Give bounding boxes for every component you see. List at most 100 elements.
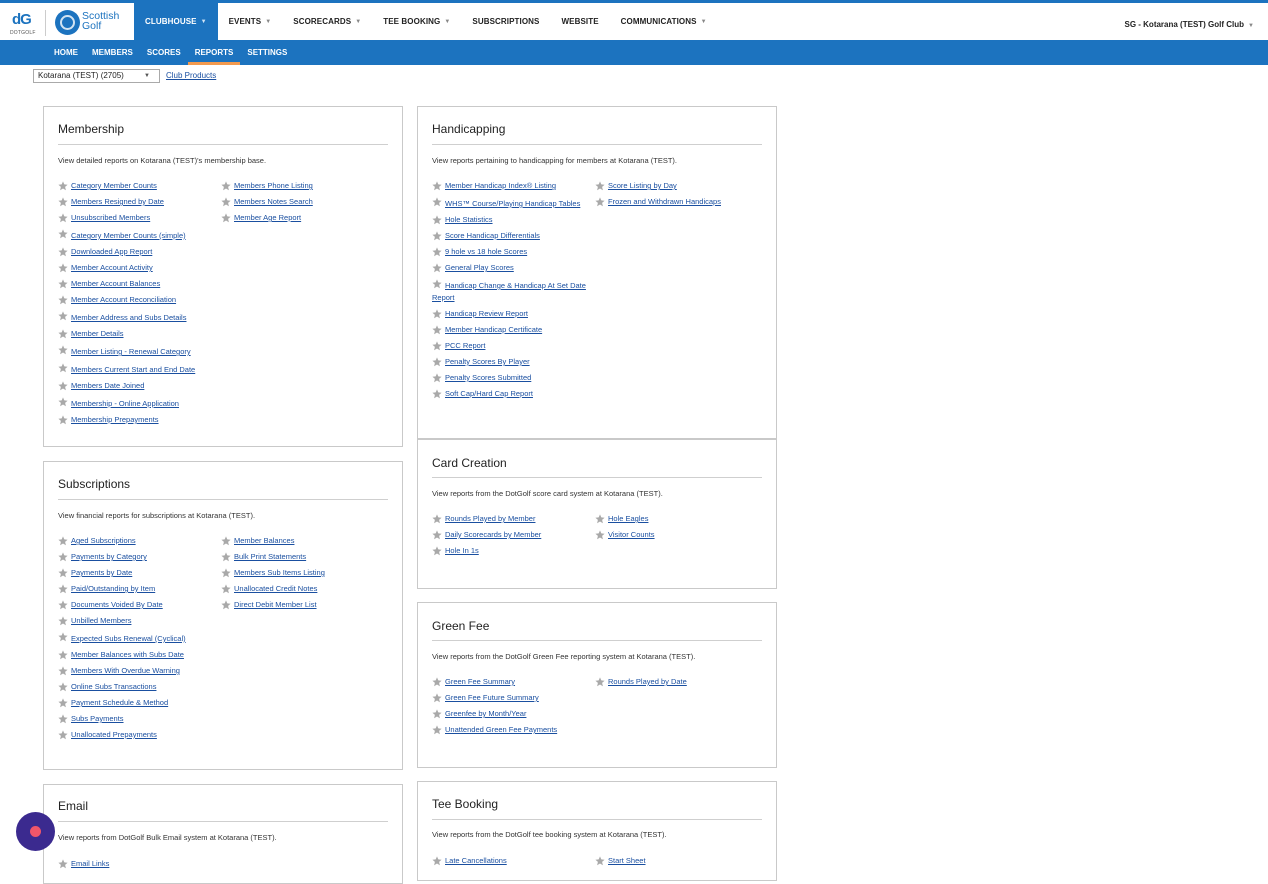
report-link-label[interactable]: Member Balances bbox=[234, 535, 294, 547]
star-icon[interactable] bbox=[432, 357, 442, 367]
star-icon[interactable] bbox=[58, 568, 68, 578]
report-link-label[interactable]: Bulk Print Statements bbox=[234, 551, 306, 563]
star-icon[interactable] bbox=[221, 552, 231, 562]
report-link-label[interactable]: Category Member Counts bbox=[71, 180, 157, 192]
star-icon[interactable] bbox=[58, 682, 68, 692]
star-icon[interactable] bbox=[221, 536, 231, 546]
star-icon[interactable] bbox=[432, 546, 442, 556]
report-link-members-sub-items-listing[interactable]: Members Sub Items Listing bbox=[221, 567, 381, 579]
report-link-payments-by-date[interactable]: Payments by Date bbox=[58, 567, 218, 579]
report-link-frozen-and-withdrawn-handicaps[interactable]: Frozen and Withdrawn Handicaps bbox=[595, 196, 755, 208]
star-icon[interactable] bbox=[432, 530, 442, 540]
star-icon[interactable] bbox=[221, 197, 231, 207]
report-link-paid-outstanding-by-item[interactable]: Paid/Outstanding by Item bbox=[58, 583, 218, 595]
report-link-member-details[interactable]: Member Details bbox=[58, 328, 218, 340]
star-icon[interactable] bbox=[595, 197, 605, 207]
star-icon[interactable] bbox=[432, 247, 442, 257]
report-link-label[interactable]: Member Age Report bbox=[234, 212, 301, 224]
star-icon[interactable] bbox=[58, 536, 68, 546]
subnav-members[interactable]: MEMBERS bbox=[85, 40, 140, 65]
report-link-members-date-joined[interactable]: Members Date Joined bbox=[58, 380, 218, 392]
report-link-label[interactable]: Aged Subscriptions bbox=[71, 535, 136, 547]
star-icon[interactable] bbox=[58, 698, 68, 708]
report-link-green-fee-future-summary[interactable]: Green Fee Future Summary bbox=[432, 692, 592, 704]
report-link-handicap-review-report[interactable]: Handicap Review Report bbox=[432, 308, 592, 320]
report-link-score-handicap-differentials[interactable]: Score Handicap Differentials bbox=[432, 230, 592, 242]
report-link-member-address-and-subs-details[interactable]: Member Address and Subs Details bbox=[58, 310, 218, 324]
nav-events[interactable]: EVENTS ▼ bbox=[218, 3, 283, 40]
star-icon[interactable] bbox=[595, 530, 605, 540]
report-link-daily-scorecards-by-member[interactable]: Daily Scorecards by Member bbox=[432, 529, 592, 541]
report-link-label[interactable]: Email Links bbox=[71, 858, 109, 870]
report-link-member-handicap-index-listing[interactable]: Member Handicap Index® Listing bbox=[432, 180, 592, 192]
report-link-label[interactable]: Unbilled Members bbox=[71, 615, 131, 627]
report-link-online-subs-transactions[interactable]: Online Subs Transactions bbox=[58, 681, 218, 693]
report-link-label[interactable]: Expected Subs Renewal (Cyclical) bbox=[71, 634, 186, 643]
report-link-hole-in-1s[interactable]: Hole In 1s bbox=[432, 545, 592, 557]
star-icon[interactable] bbox=[432, 181, 442, 191]
star-icon[interactable] bbox=[58, 345, 68, 355]
report-link-9-hole-vs-18-hole-scores[interactable]: 9 hole vs 18 hole Scores bbox=[432, 246, 592, 258]
report-link-direct-debit-member-list[interactable]: Direct Debit Member List bbox=[221, 599, 381, 611]
star-icon[interactable] bbox=[58, 600, 68, 610]
report-link-soft-cap-hard-cap-report[interactable]: Soft Cap/Hard Cap Report bbox=[432, 388, 592, 400]
report-link-documents-voided-by-date[interactable]: Documents Voided By Date bbox=[58, 599, 218, 611]
subnav-home[interactable]: HOME bbox=[47, 40, 85, 65]
star-icon[interactable] bbox=[58, 730, 68, 740]
star-icon[interactable] bbox=[432, 389, 442, 399]
report-link-member-handicap-certificate[interactable]: Member Handicap Certificate bbox=[432, 324, 592, 336]
star-icon[interactable] bbox=[595, 856, 605, 866]
report-link-label[interactable]: Member Address and Subs Details bbox=[71, 313, 186, 322]
subnav-scores[interactable]: SCORES bbox=[140, 40, 188, 65]
report-link-label[interactable]: Member Handicap Certificate bbox=[445, 324, 542, 336]
report-link-members-phone-listing[interactable]: Members Phone Listing bbox=[221, 180, 381, 192]
report-link-unsubscribed-members[interactable]: Unsubscribed Members bbox=[58, 212, 218, 224]
star-icon[interactable] bbox=[432, 677, 442, 687]
report-link-label[interactable]: Online Subs Transactions bbox=[71, 681, 156, 693]
report-link-label[interactable]: Direct Debit Member List bbox=[234, 599, 317, 611]
star-icon[interactable] bbox=[595, 181, 605, 191]
report-link-aged-subscriptions[interactable]: Aged Subscriptions bbox=[58, 535, 218, 547]
report-link-label[interactable]: Member Account Activity bbox=[71, 262, 153, 274]
report-link-members-resigned-by-date[interactable]: Members Resigned by Date bbox=[58, 196, 218, 208]
report-link-handicap-change-handicap-at-set-date-report[interactable]: Handicap Change & Handicap At Set Date R… bbox=[432, 278, 592, 304]
star-icon[interactable] bbox=[432, 197, 442, 207]
star-icon[interactable] bbox=[221, 181, 231, 191]
star-icon[interactable] bbox=[58, 584, 68, 594]
report-link-label[interactable]: Rounds Played by Member bbox=[445, 513, 535, 525]
star-icon[interactable] bbox=[58, 381, 68, 391]
report-link-unbilled-members[interactable]: Unbilled Members bbox=[58, 615, 218, 627]
report-link-bulk-print-statements[interactable]: Bulk Print Statements bbox=[221, 551, 381, 563]
club-select[interactable]: Kotarana (TEST) (2705) ▼ bbox=[33, 69, 160, 83]
report-link-label[interactable]: Rounds Played by Date bbox=[608, 676, 687, 688]
report-link-label[interactable]: Score Listing by Day bbox=[608, 180, 677, 192]
chat-widget-button[interactable] bbox=[16, 812, 55, 851]
report-link-label[interactable]: Member Details bbox=[71, 328, 124, 340]
report-link-label[interactable]: Handicap Change & Handicap At Set Date R… bbox=[432, 281, 586, 302]
report-link-late-cancellations[interactable]: Late Cancellations bbox=[432, 855, 592, 867]
report-link-label[interactable]: Frozen and Withdrawn Handicaps bbox=[608, 196, 721, 208]
star-icon[interactable] bbox=[432, 373, 442, 383]
star-icon[interactable] bbox=[58, 329, 68, 339]
report-link-label[interactable]: Penalty Scores Submitted bbox=[445, 372, 531, 384]
report-link-start-sheet[interactable]: Start Sheet bbox=[595, 855, 755, 867]
star-icon[interactable] bbox=[432, 231, 442, 241]
nav-tee-booking[interactable]: TEE BOOKING ▼ bbox=[372, 3, 461, 40]
star-icon[interactable] bbox=[432, 279, 442, 289]
report-link-expected-subs-renewal-cyclical[interactable]: Expected Subs Renewal (Cyclical) bbox=[58, 631, 218, 645]
report-link-unallocated-credit-notes[interactable]: Unallocated Credit Notes bbox=[221, 583, 381, 595]
star-icon[interactable] bbox=[432, 709, 442, 719]
nav-scorecards[interactable]: SCORECARDS ▼ bbox=[282, 3, 372, 40]
report-link-members-notes-search[interactable]: Members Notes Search bbox=[221, 196, 381, 208]
report-link-category-member-counts[interactable]: Category Member Counts bbox=[58, 180, 218, 192]
report-link-visitor-counts[interactable]: Visitor Counts bbox=[595, 529, 755, 541]
report-link-label[interactable]: Hole Eagles bbox=[608, 513, 648, 525]
star-icon[interactable] bbox=[58, 363, 68, 373]
star-icon[interactable] bbox=[432, 325, 442, 335]
club-products-link[interactable]: Club Products bbox=[166, 71, 216, 80]
subnav-reports[interactable]: REPORTS bbox=[187, 40, 241, 65]
report-link-label[interactable]: Penalty Scores By Player bbox=[445, 356, 530, 368]
report-link-label[interactable]: Member Account Balances bbox=[71, 278, 160, 290]
nav-clubhouse[interactable]: CLUBHOUSE ▼ bbox=[134, 3, 218, 40]
club-name-menu[interactable]: SG - Kotarana (TEST) Golf Club ▼ bbox=[1124, 20, 1254, 29]
